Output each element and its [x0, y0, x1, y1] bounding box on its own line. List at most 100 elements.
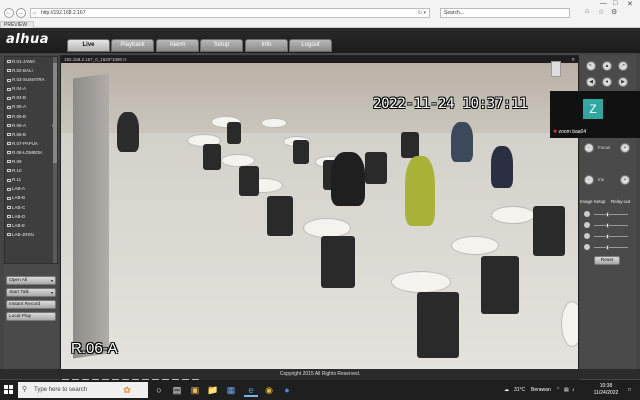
windows-explorer-icon[interactable]: 📁 [206, 383, 220, 397]
slider-knob[interactable] [606, 223, 609, 228]
zoom-avatar: Z [583, 99, 603, 119]
ptz-right-button[interactable]: ▶ [618, 77, 628, 87]
reset-button[interactable]: Reset [594, 256, 620, 265]
zoom-app-icon[interactable]: ● [280, 383, 294, 397]
focus-out-button[interactable]: − [584, 143, 594, 153]
maximize-icon[interactable]: □ [613, 0, 617, 7]
camera-icon [7, 114, 11, 118]
widget-icon[interactable]: ✿ [120, 383, 134, 397]
favorites-icon[interactable]: ☆ [598, 8, 604, 16]
browser-search-input[interactable]: Search... [440, 8, 570, 18]
settings-icon[interactable]: ⚙ [611, 8, 617, 16]
tab-live[interactable]: Live [67, 39, 110, 52]
wall-device-icon [551, 61, 561, 77]
video-view[interactable]: 192.168.2.167_0_1920*1080 H ✕ 2022-11-24… [60, 55, 579, 373]
student [491, 146, 513, 188]
channel-item[interactable]: R.04-A [5, 84, 57, 93]
iris-open-button[interactable]: + [620, 175, 630, 185]
tab-setup[interactable]: Setup [200, 39, 243, 52]
chrome-icon[interactable]: ◉ [262, 383, 276, 397]
slider-knob[interactable] [606, 234, 609, 239]
channel-item[interactable]: R.01-JAWA [5, 57, 57, 66]
channel-scrollbar[interactable] [53, 57, 57, 263]
channel-item[interactable]: R.11 [5, 175, 57, 184]
channel-item[interactable]: R.05-B [5, 112, 57, 121]
start-talk-button[interactable]: Start Talk ▾ [6, 288, 56, 297]
volume-icon[interactable]: ♪ [572, 380, 575, 400]
channel-item[interactable]: LAB-C [5, 203, 57, 212]
chair [293, 140, 309, 164]
instant-record-button[interactable]: Instant Record [6, 300, 56, 309]
open-all-button[interactable]: Open All ▾ [6, 276, 56, 285]
zoom-meeting-overlay[interactable]: Z ✱ zoom baa04 [550, 91, 640, 138]
saturation-slider[interactable] [584, 244, 632, 251]
channel-label: R.04-B [12, 95, 27, 101]
channel-item[interactable]: R.08-LOMBOK [5, 148, 57, 157]
file-explorer-icon[interactable]: ▣ [188, 383, 202, 397]
contrast-slider[interactable] [584, 222, 632, 229]
forward-button[interactable]: → [16, 8, 26, 18]
channel-item[interactable]: R.10 [5, 166, 57, 175]
ptz-up-left-button[interactable]: ↖ [586, 61, 596, 71]
channel-item[interactable]: R.02-BALI [5, 66, 57, 75]
store-icon[interactable]: ▦ [224, 383, 238, 397]
hue-slider[interactable] [584, 233, 632, 240]
channel-item[interactable]: R.04-B [5, 93, 57, 102]
home-icon[interactable]: ⌂ [585, 8, 589, 15]
taskbar-clock[interactable]: 10:38 11/24/2022 [588, 383, 624, 397]
channel-item[interactable]: LAB-A [5, 184, 57, 193]
scrollbar-thumb[interactable] [53, 63, 57, 163]
tab-relay-out[interactable]: Relay-out [611, 199, 630, 204]
channel-item[interactable]: R.03-SUMATRA [5, 75, 57, 84]
camera-icon [7, 151, 11, 155]
back-button[interactable]: ← [4, 8, 14, 18]
desk [391, 271, 451, 293]
iris-close-button[interactable]: − [584, 175, 594, 185]
tab-info[interactable]: Info [245, 39, 288, 52]
close-video-icon[interactable]: ✕ [571, 56, 575, 63]
chair [239, 166, 259, 196]
channel-item[interactable]: R.06-B [5, 130, 57, 139]
ptz-center-button[interactable]: ● [602, 77, 612, 87]
student [117, 112, 139, 152]
tray-arrow-icon[interactable]: ⌃ [556, 380, 560, 400]
camera-icon [7, 224, 11, 227]
channel-item[interactable]: R.09 [5, 157, 57, 166]
focus-in-button[interactable]: + [620, 143, 630, 153]
channel-item[interactable]: R.07-PAPUA [5, 139, 57, 148]
slider-track [594, 247, 628, 248]
ptz-left-button[interactable]: ◀ [586, 77, 596, 87]
iris-label: Iris [598, 177, 604, 182]
ptz-up-right-button[interactable]: ↗ [618, 61, 628, 71]
chair [267, 196, 293, 236]
search-taskbar-icon[interactable]: ○ [152, 383, 166, 397]
tab-alarm[interactable]: Alarm [156, 39, 199, 52]
refresh-icon[interactable]: ↻ ▾ [418, 9, 426, 17]
channel-item[interactable]: LAB-E [5, 221, 57, 230]
windows-start-icon[interactable] [4, 385, 14, 395]
local-play-button[interactable]: Local Play [6, 312, 56, 321]
brightness-slider[interactable] [584, 211, 632, 218]
slider-knob[interactable] [606, 212, 609, 217]
close-icon[interactable]: ✕ [627, 0, 633, 8]
channel-item[interactable]: LAB-D [5, 212, 57, 221]
address-bar[interactable]: □ http://192.168.2.167 ↻ ▾ [30, 8, 430, 18]
minimize-icon[interactable]: — [600, 0, 607, 7]
tab-image-setup[interactable]: Image Setup [580, 199, 606, 204]
channel-label: R.06-A [12, 122, 27, 128]
slider-knob[interactable] [606, 245, 609, 250]
edge-icon[interactable]: e [244, 383, 258, 397]
task-view-icon[interactable]: ▤ [170, 383, 184, 397]
classroom-door [73, 73, 109, 359]
channel-item[interactable]: R.05-A [5, 102, 57, 111]
network-icon[interactable]: ▤ [564, 380, 569, 400]
tab-playback[interactable]: Playback [111, 39, 154, 52]
channel-item[interactable]: LAB-B [5, 193, 57, 202]
channel-item[interactable]: LAB-JRSN [5, 230, 57, 239]
tab-logout[interactable]: Logout [289, 39, 332, 52]
notification-icon[interactable]: □ [628, 380, 631, 400]
taskbar-search-placeholder: Type here to search [34, 387, 88, 393]
dvr-app: alhua Live Playback Alarm Setup Info Log… [0, 28, 640, 381]
ptz-up-button[interactable]: ▲ [602, 61, 612, 71]
channel-item-active[interactable]: R.06-AM [5, 121, 57, 130]
